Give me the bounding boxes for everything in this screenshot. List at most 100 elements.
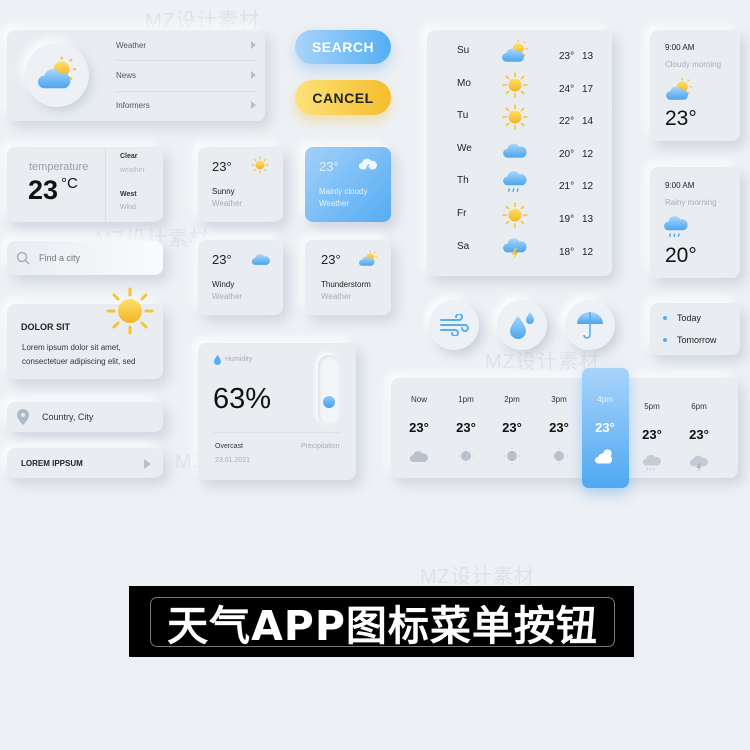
- tile-thunderstorm[interactable]: 23° Thunderstorm Weather: [305, 240, 391, 315]
- title-banner: 天气APP图标菜单按钮: [129, 586, 634, 657]
- menu-label: Weather: [116, 41, 147, 50]
- high-temp: 24°: [559, 83, 575, 95]
- tile-sub: Weather: [319, 199, 350, 208]
- search-button[interactable]: SEARCH: [295, 30, 391, 64]
- humidity-value: 63%: [213, 383, 272, 415]
- morning-temp: 23°: [665, 107, 697, 130]
- day-selector: Today Tomorrow: [650, 303, 740, 355]
- morning-card-cloudy: 9:00 AM Cloudy morning 23°: [650, 30, 740, 141]
- divider: [105, 147, 106, 222]
- tile-temp: 23°: [212, 159, 232, 174]
- temperature-value: 23 °C: [28, 175, 78, 206]
- hour-temp: 23°: [502, 420, 522, 435]
- high-temp: 19°: [559, 214, 575, 225]
- rain-icon: [501, 169, 529, 195]
- high-temp: 23°: [559, 51, 575, 62]
- menu-label: News: [116, 71, 137, 80]
- hour-column[interactable]: Now 23°: [399, 395, 439, 475]
- city-search[interactable]: [7, 241, 163, 275]
- menu-item-informers[interactable]: Informers: [116, 101, 256, 110]
- morning-time: 9:00 AM: [665, 181, 695, 190]
- day-label: Th: [457, 175, 469, 187]
- hour-column[interactable]: 3pm 23°: [539, 395, 579, 475]
- location-pin-icon: [17, 409, 29, 425]
- hour-temp: 23°: [409, 420, 429, 435]
- temperature-card: temperature 23 °C Clear weather West Wind: [7, 147, 163, 222]
- humidity-slider[interactable]: [318, 355, 340, 425]
- chevron-right-icon: [251, 41, 256, 49]
- sun-icon: [502, 446, 522, 466]
- hour-column[interactable]: 5pm 23°: [632, 395, 672, 475]
- forecast-row: Tu 22° 14: [427, 110, 612, 130]
- slider-knob[interactable]: [323, 396, 335, 408]
- low-temp: 17: [582, 83, 594, 95]
- hour-label: 3pm: [551, 395, 567, 404]
- forecast-row: Sa 18° 12: [427, 241, 612, 261]
- tile-sub: Weather: [321, 292, 352, 301]
- temperature-label: temperature: [29, 161, 89, 173]
- sun-icon: [456, 446, 476, 466]
- tile-temp: 23°: [319, 159, 339, 174]
- low-temp: 13: [582, 214, 594, 225]
- tile-title: Windy: [212, 280, 235, 289]
- thunder-icon: [689, 453, 709, 473]
- tile-windy[interactable]: 23° Windy Weather: [198, 240, 283, 315]
- sun-icon: [106, 287, 154, 335]
- day-option-tomorrow[interactable]: Tomorrow: [663, 335, 717, 345]
- info-body: Lorem ipsum dolor sit amet, consectetuer…: [22, 343, 136, 366]
- sun-icon: [501, 104, 529, 130]
- precipitation-label: Precipitation: [301, 443, 340, 450]
- high-temp: 18°: [559, 246, 575, 258]
- forecast-row: We 20° 12: [427, 143, 612, 163]
- tile-temp: 23°: [321, 252, 341, 267]
- day-label: Fr: [457, 208, 467, 219]
- forecast-row: Mo 24° 17: [427, 78, 612, 98]
- hour-temp: 23°: [642, 427, 662, 442]
- forecast-row: Th 21° 12: [427, 175, 612, 195]
- hour-label: 4pm: [597, 395, 613, 404]
- hour-temp: 23°: [595, 420, 615, 435]
- button-label: LOREM IPPSUM: [21, 459, 83, 468]
- lorem-ippsum-button[interactable]: LOREM IPPSUM: [7, 448, 163, 478]
- location-field[interactable]: Country, City: [7, 402, 163, 432]
- morning-time: 9:00 AM: [665, 43, 695, 52]
- temp-number: 23: [28, 175, 59, 205]
- morning-card-rainy: 9:00 AM Rainy morning 20°: [650, 167, 740, 278]
- day-option-today[interactable]: Today: [663, 313, 701, 323]
- info-title: DOLOR SIT: [21, 322, 70, 332]
- windy-cloud-icon: [250, 249, 272, 269]
- partly-cloudy-icon: [359, 250, 377, 268]
- low-temp: 12: [582, 181, 594, 193]
- low-temp: 14: [582, 116, 594, 128]
- umbrella-button[interactable]: [565, 300, 615, 350]
- menu-item-weather[interactable]: Weather: [116, 41, 256, 50]
- divider: [213, 432, 341, 433]
- sun-icon: [501, 72, 529, 98]
- play-arrow-icon: [144, 459, 151, 469]
- humidity-condition: Overcast: [215, 443, 244, 450]
- hour-temp: 23°: [689, 427, 709, 442]
- hour-column[interactable]: 6pm 23°: [679, 395, 719, 475]
- day-label: Su: [457, 45, 470, 56]
- sun-icon: [501, 202, 529, 228]
- day-label: Tu: [457, 110, 469, 122]
- storm-cloud-icon: [358, 158, 377, 175]
- cancel-button[interactable]: CANCEL: [295, 80, 391, 115]
- tile-sub: Weather: [212, 199, 243, 208]
- bullet-icon: [663, 316, 667, 320]
- menu-label: Informers: [116, 101, 150, 110]
- high-temp: 20°: [559, 148, 575, 160]
- hour-column[interactable]: 2pm 23°: [492, 395, 532, 475]
- divider: [116, 91, 256, 92]
- tile-sunny[interactable]: 23° Sunny Weather: [198, 147, 283, 222]
- hour-column[interactable]: 1pm 23°: [446, 395, 486, 475]
- hour-label: 5pm: [644, 402, 660, 411]
- hour-label: Now: [410, 395, 427, 404]
- tile-mainly-cloudy[interactable]: 23° Mainly cloudy Weather: [305, 147, 391, 222]
- precipitation-button[interactable]: [497, 300, 547, 350]
- search-input[interactable]: [39, 249, 154, 267]
- wind-button[interactable]: [429, 300, 479, 350]
- menu-item-news[interactable]: News: [116, 71, 256, 80]
- day-label: Mo: [457, 77, 471, 89]
- hour-column[interactable]: 4pm 23°: [585, 395, 625, 475]
